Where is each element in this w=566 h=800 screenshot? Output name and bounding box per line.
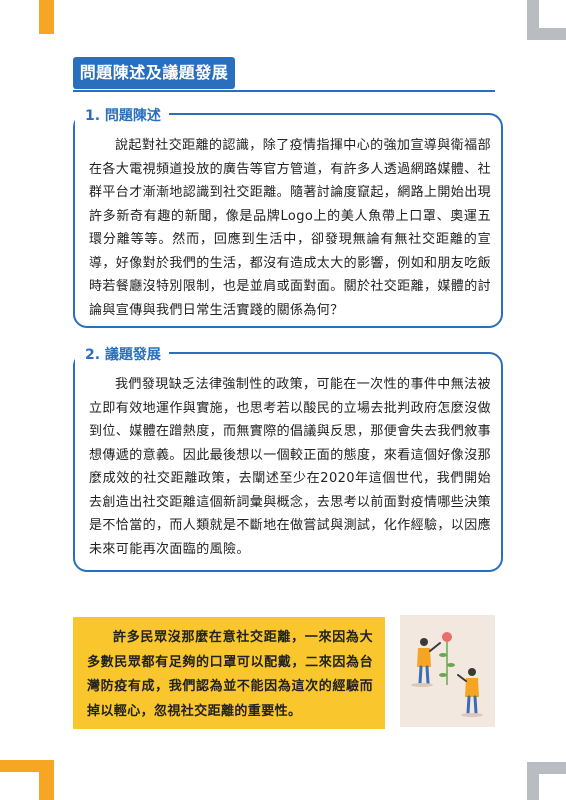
callout-box: 許多民眾沒那麼在意社交距離，一來因為大多數民眾都有足夠的口罩可以配戴，二來因為台… [73,617,385,729]
problem-statement-card: 1. 問題陳述 說起對社交距離的認識，除了疫情指揮中心的強加宣導與衛福部在各大電… [73,106,503,328]
corner-bracket-top-right-arm [527,28,566,40]
two-people-with-flower-illustration [411,632,483,717]
problem-statement-heading: 1. 問題陳述 [75,106,169,126]
callout-text: 許多民眾沒那麼在意社交距離，一來因為大多數民眾都有足夠的口罩可以配戴，二來因為台… [87,630,373,719]
social-distance-illustration [400,615,495,727]
issue-development-heading: 2. 議題發展 [75,345,169,365]
problem-statement-body: 說起對社交距離的認識，除了疫情指揮中心的強加宣導與衛福部在各大電視頻道投放的廣告… [89,138,492,318]
section-title: 問題陳述及議題發展 [73,57,235,89]
corner-bracket-bottom-left-leg [39,760,54,800]
corner-bracket-bottom-right-leg [527,762,539,800]
issue-development-body: 我們發現缺乏法律強制性的政策，可能在一次性的事件中無法被立即有效地運作與實施，也… [89,377,492,557]
issue-development-card: 2. 議題發展 我們發現缺乏法律強制性的政策，可能在一次性的事件中無法被立即有效… [73,345,503,572]
section-title-underline [73,90,495,92]
corner-bracket-top-left [39,0,54,34]
